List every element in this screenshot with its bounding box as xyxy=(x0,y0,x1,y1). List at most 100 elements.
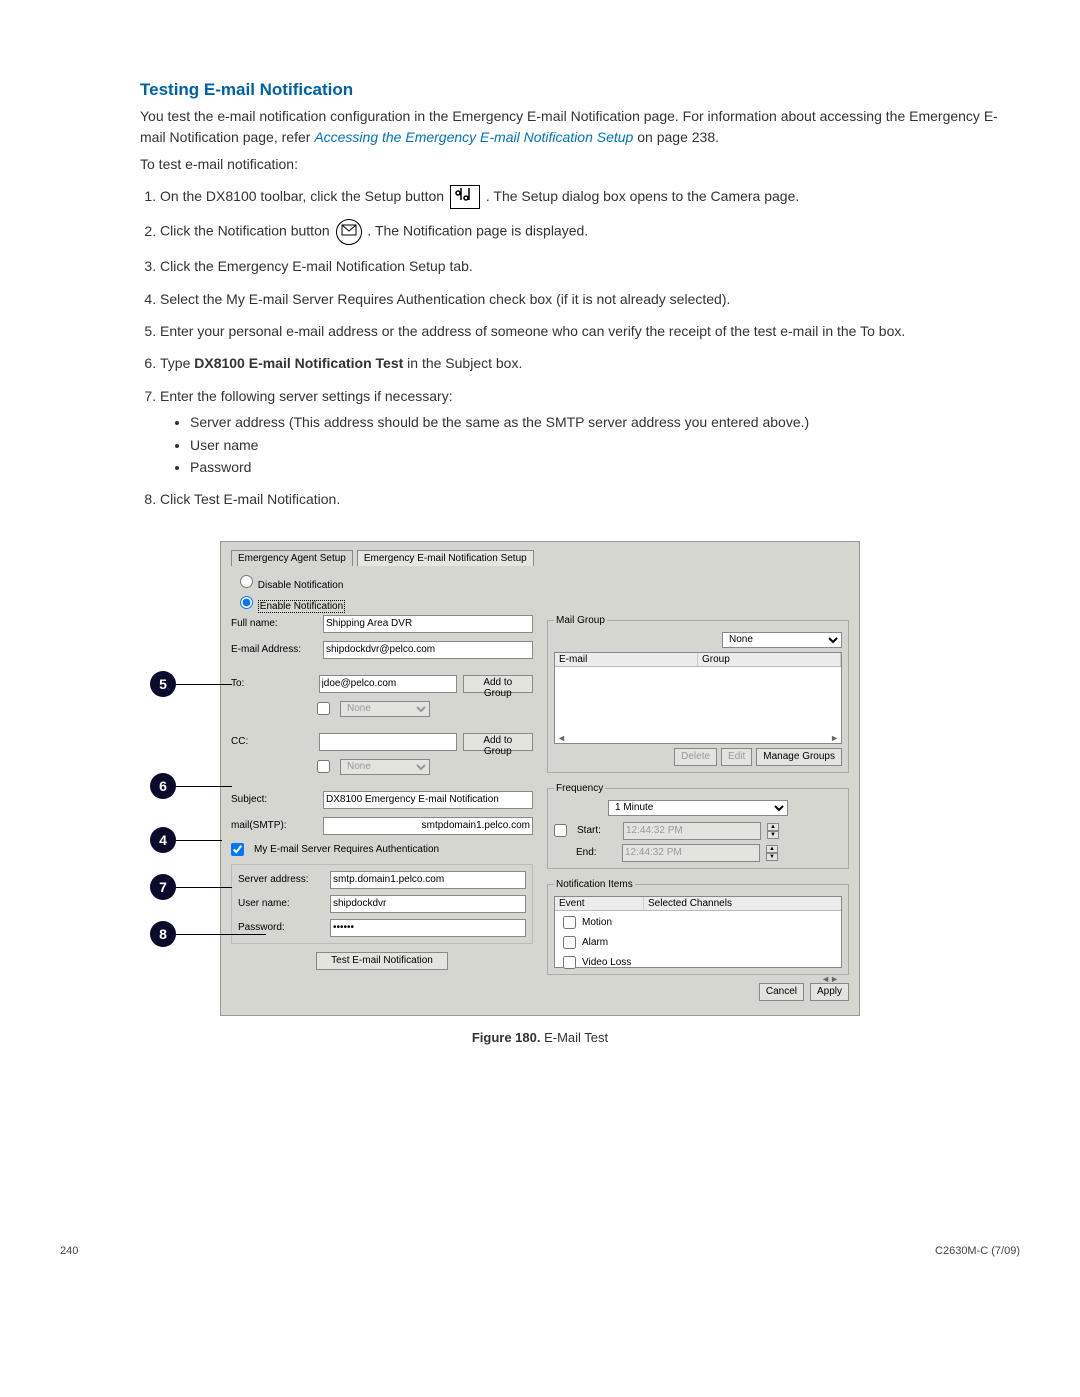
step-7-sublist: Server address (This address should be t… xyxy=(190,411,1020,478)
cc-none-checkbox[interactable] xyxy=(317,760,330,773)
callout-7-num: 7 xyxy=(150,874,176,900)
item-video-loss[interactable]: Video Loss xyxy=(559,953,837,972)
intro-paragraph: You test the e-mail notification configu… xyxy=(140,106,1020,148)
callout-5-num: 5 xyxy=(150,671,176,697)
add-to-group-button-to[interactable]: Add to Group xyxy=(463,675,533,693)
label-user: User name: xyxy=(238,898,324,909)
radio-disable-label: Disable Notification xyxy=(258,580,344,591)
step-4: Select the My E-mail Server Requires Aut… xyxy=(160,288,1020,310)
edit-button[interactable]: Edit xyxy=(721,748,752,766)
label-to: To: xyxy=(231,678,313,689)
step-1a: On the DX8100 toolbar, click the Setup b… xyxy=(160,188,448,204)
cc-none-select[interactable]: None xyxy=(340,759,430,775)
server-input[interactable] xyxy=(330,871,526,889)
step-2b: . The Notification page is displayed. xyxy=(367,223,588,239)
label-cc: CC: xyxy=(231,736,313,747)
item-motion[interactable]: Motion xyxy=(559,913,837,932)
col-selected-channels: Selected Channels xyxy=(644,897,841,910)
motion-checkbox[interactable] xyxy=(563,916,576,929)
frequency-select[interactable]: 1 Minute xyxy=(608,800,788,816)
end-up-icon[interactable]: ▲ xyxy=(766,845,778,853)
label-fullname: Full name: xyxy=(231,618,317,629)
mail-group: Mail Group None E-mail Group ◄► Delete xyxy=(547,615,849,773)
step-7: Enter the following server settings if n… xyxy=(160,385,1020,479)
figure: 5 6 4 7 8 Emergency Agent Setup Emergenc… xyxy=(220,541,860,1045)
label-start: Start: xyxy=(577,825,617,836)
tabs: Emergency Agent Setup Emergency E-mail N… xyxy=(231,550,849,566)
mail-group-legend: Mail Group xyxy=(554,615,607,626)
callout-4: 4 xyxy=(150,827,176,853)
end-down-icon[interactable]: ▼ xyxy=(766,853,778,861)
to-test-label: To test e-mail notification: xyxy=(140,154,1020,175)
steps-list: On the DX8100 toolbar, click the Setup b… xyxy=(140,185,1020,511)
item-alarm[interactable]: Alarm xyxy=(559,933,837,952)
subject-input[interactable] xyxy=(323,791,533,809)
frequency-legend: Frequency xyxy=(554,783,605,794)
step-2a: Click the Notification button xyxy=(160,223,334,239)
label-end: End: xyxy=(576,847,616,858)
delete-button[interactable]: Delete xyxy=(674,748,717,766)
mail-group-select[interactable]: None xyxy=(722,632,842,648)
add-to-group-button-cc[interactable]: Add to Group xyxy=(463,733,533,751)
cc-input[interactable] xyxy=(319,733,457,751)
section-title: Testing E-mail Notification xyxy=(140,80,1020,100)
frequency-group: Frequency 1 Minute Start: ▲▼ End: xyxy=(547,783,849,869)
page-number: 240 xyxy=(60,1245,78,1257)
intro-link[interactable]: Accessing the Emergency E-mail Notificat… xyxy=(314,129,633,145)
step-1: On the DX8100 toolbar, click the Setup b… xyxy=(160,185,1020,209)
step-7c: Password xyxy=(190,456,1020,478)
notification-icon xyxy=(336,219,362,245)
start-checkbox[interactable] xyxy=(554,824,567,837)
callout-6: 6 xyxy=(150,773,176,799)
footer: 240 C2630M-C (7/09) xyxy=(60,1245,1020,1257)
step-6b: in the Subject box. xyxy=(407,355,522,371)
callouts: 5 6 4 7 8 xyxy=(150,541,230,1045)
smtp-input[interactable] xyxy=(323,817,533,835)
user-input[interactable] xyxy=(330,895,526,913)
test-email-button[interactable]: Test E-mail Notification xyxy=(316,952,448,970)
label-email: E-mail Address: xyxy=(231,644,317,655)
to-input[interactable] xyxy=(319,675,457,693)
radio-disable-input[interactable] xyxy=(240,575,253,588)
radio-enable[interactable]: Enable Notification xyxy=(235,593,849,613)
figure-caption-rest: E-Mail Test xyxy=(544,1030,608,1045)
start-time-input[interactable] xyxy=(623,822,761,840)
tab-email-notification-setup[interactable]: Emergency E-mail Notification Setup xyxy=(357,550,534,566)
label-password: Password: xyxy=(238,922,324,933)
end-time-input[interactable] xyxy=(622,844,760,862)
to-none-checkbox[interactable] xyxy=(317,702,330,715)
mail-group-table: E-mail Group ◄► xyxy=(554,652,842,744)
email-input[interactable] xyxy=(323,641,533,659)
setup-icon xyxy=(450,185,480,209)
radio-enable-input[interactable] xyxy=(240,596,253,609)
fullname-input[interactable] xyxy=(323,615,533,633)
tab-agent-setup[interactable]: Emergency Agent Setup xyxy=(231,550,353,566)
to-none-select[interactable]: None xyxy=(340,701,430,717)
scroll-left-icon[interactable]: ◄ xyxy=(557,733,566,743)
alarm-checkbox[interactable] xyxy=(563,936,576,949)
notification-items-legend: Notification Items xyxy=(554,879,635,890)
callout-4-num: 4 xyxy=(150,827,176,853)
notification-items-table: Event Selected Channels Motion Alarm Vid… xyxy=(554,896,842,968)
manage-groups-button[interactable]: Manage Groups xyxy=(756,748,842,766)
label-smtp: mail(SMTP): xyxy=(231,820,317,831)
start-up-icon[interactable]: ▲ xyxy=(767,823,779,831)
start-down-icon[interactable]: ▼ xyxy=(767,831,779,839)
step-6a: Type xyxy=(160,355,194,371)
radio-disable[interactable]: Disable Notification xyxy=(235,572,849,591)
left-column: Full name: E-mail Address: To: Add to Gr… xyxy=(231,615,533,975)
auth-checkbox-row[interactable]: My E-mail Server Requires Authentication xyxy=(231,843,533,856)
label-subject: Subject: xyxy=(231,794,317,805)
cancel-button[interactable]: Cancel xyxy=(759,983,804,1001)
auth-checkbox-label: My E-mail Server Requires Authentication xyxy=(254,844,439,855)
step-7a: Server address (This address should be t… xyxy=(190,411,1020,433)
step-2: Click the Notification button . The Noti… xyxy=(160,219,1020,245)
col-email: E-mail xyxy=(555,653,698,666)
password-input[interactable] xyxy=(330,919,526,937)
scroll-right-icon[interactable]: ► xyxy=(830,733,839,743)
video-loss-checkbox[interactable] xyxy=(563,956,576,969)
step-3: Click the Emergency E-mail Notification … xyxy=(160,255,1020,277)
figure-caption: Figure 180. E-Mail Test xyxy=(220,1030,860,1045)
apply-button[interactable]: Apply xyxy=(810,983,849,1001)
auth-checkbox[interactable] xyxy=(231,843,244,856)
